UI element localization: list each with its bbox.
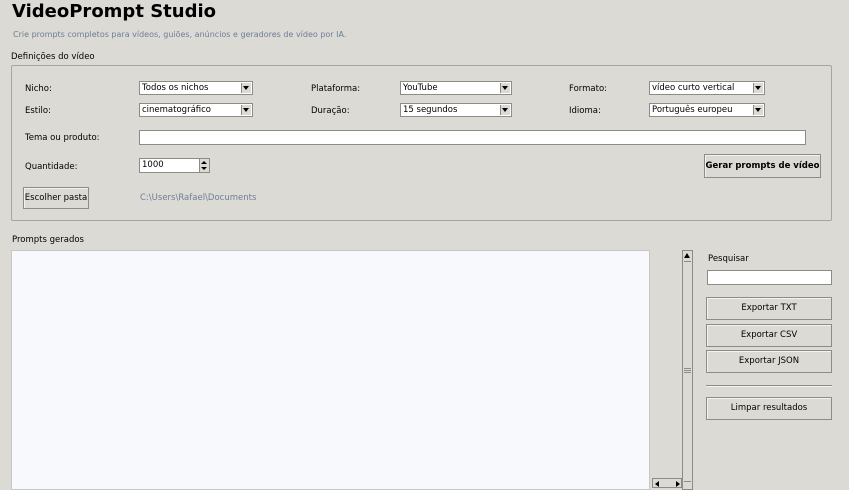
language-select[interactable]: Português europeu <box>649 103 765 117</box>
chevron-down-icon[interactable] <box>753 105 763 115</box>
topic-label: Tema ou produto: <box>25 133 100 143</box>
style-label: Estilo: <box>25 106 51 116</box>
language-label: Idioma: <box>569 106 601 116</box>
niche-select[interactable]: Todos os nichos <box>139 81 253 95</box>
quantity-value: 1000 <box>142 160 164 170</box>
platform-label: Plataforma: <box>311 84 361 94</box>
scroll-divider-bottom <box>684 481 691 482</box>
folder-path: C:\Users\Rafael\Documents <box>140 193 257 203</box>
chevron-down-icon[interactable] <box>753 83 763 93</box>
settings-section-label: Definições do vídeo <box>11 52 95 62</box>
chevron-down-icon[interactable] <box>500 83 510 93</box>
style-value: cinematográfico <box>142 105 212 115</box>
format-label: Formato: <box>569 84 608 94</box>
scroll-left-icon[interactable] <box>655 481 659 487</box>
quantity-label: Quantidade: <box>25 162 78 172</box>
format-value: vídeo curto vertical <box>652 83 735 93</box>
chevron-down-icon[interactable] <box>241 83 251 93</box>
scroll-right-icon[interactable] <box>676 481 680 487</box>
app-subtitle: Crie prompts completos para vídeos, guiõ… <box>13 30 347 39</box>
clear-results-button[interactable]: Limpar resultados <box>706 397 832 420</box>
duration-value: 15 segundos <box>403 105 458 115</box>
quantity-stepper[interactable]: 1000 <box>139 158 210 173</box>
duration-select[interactable]: 15 segundos <box>400 103 512 117</box>
generate-prompts-button[interactable]: Gerar prompts de vídeo <box>704 154 821 178</box>
export-json-button[interactable]: Exportar JSON <box>706 350 832 373</box>
app-title: VideoPrompt Studio <box>12 1 216 22</box>
format-select[interactable]: vídeo curto vertical <box>649 81 765 95</box>
style-select[interactable]: cinematográfico <box>139 103 253 117</box>
niche-value: Todos os nichos <box>142 83 209 93</box>
prompts-output-textarea[interactable] <box>11 250 650 490</box>
export-txt-button[interactable]: Exportar TXT <box>706 297 832 320</box>
niche-label: Nicho: <box>25 84 52 94</box>
search-input[interactable] <box>707 270 832 285</box>
scroll-divider <box>684 261 691 262</box>
chevron-down-icon[interactable] <box>241 105 251 115</box>
choose-folder-button[interactable]: Escolher pasta <box>23 187 89 209</box>
horizontal-scrollbar[interactable] <box>652 478 682 488</box>
language-value: Português europeu <box>652 105 733 115</box>
platform-select[interactable]: YouTube <box>400 81 512 95</box>
search-label: Pesquisar <box>708 254 749 264</box>
results-section-label: Prompts gerados <box>12 235 84 245</box>
scroll-up-icon[interactable] <box>684 253 690 258</box>
vertical-scrollbar[interactable] <box>682 250 693 490</box>
duration-label: Duração: <box>311 106 350 116</box>
spin-arrows-icon[interactable] <box>199 159 209 172</box>
export-csv-button[interactable]: Exportar CSV <box>706 324 832 347</box>
scroll-grip-icon[interactable] <box>684 368 691 369</box>
chevron-down-icon[interactable] <box>500 105 510 115</box>
button-separator <box>706 385 832 387</box>
platform-value: YouTube <box>403 83 438 93</box>
topic-input[interactable] <box>139 130 806 145</box>
